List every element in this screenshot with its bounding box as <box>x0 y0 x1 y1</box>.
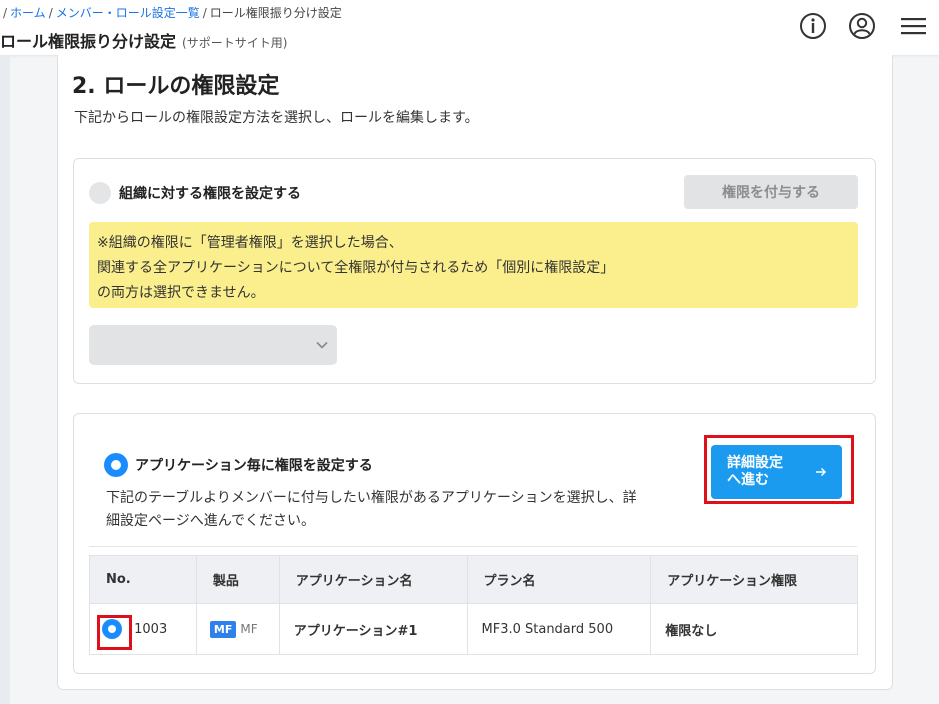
top-bar: / ホーム / メンバー・ロール設定一覧 / ロール権限振り分け設定 ロール権限振り分け設… <box>0 0 939 55</box>
breadcrumb-sep: / <box>48 6 53 20</box>
left-rail <box>0 56 10 704</box>
column-header-product: 製品 <box>195 555 280 604</box>
note-line: 関連する全アプリケーションについて全権限が付与されるため「個別に権限設定」 <box>97 260 615 276</box>
app-option-radio[interactable] <box>104 453 128 477</box>
cell-product: MF MF <box>195 603 280 655</box>
table-header-row: No. 製品 アプリケーション名 プラン名 アプリケーション権限 <box>89 555 858 604</box>
cell-permission: 権限なし <box>650 603 858 655</box>
org-permission-select[interactable] <box>89 325 337 365</box>
description-line: 細設定ページへ進んでください。 <box>106 513 316 529</box>
chevron-down-icon <box>316 341 328 349</box>
cell-app-name: アプリケーション#1 <box>278 603 468 655</box>
divider <box>89 546 857 547</box>
section-description: 下記からロールの権限設定方法を選択し、ロールを編集します。 <box>74 110 479 126</box>
app-option-label[interactable]: アプリケーション毎に権限を設定する <box>135 455 373 475</box>
org-option-radio[interactable] <box>89 182 111 204</box>
row-number: 1003 <box>134 621 168 637</box>
cell-plan: MF3.0 Standard 500 <box>466 603 652 655</box>
breadcrumb-sep: / <box>202 6 207 20</box>
section-title: 2. ロールの権限設定 <box>72 74 280 99</box>
org-warning-note: ※組織の権限に「管理者権限」を選択した場合、 関連する全アプリケーションについて… <box>89 222 858 308</box>
page-subtitle: (サポートサイト用) <box>182 36 288 50</box>
app-option-description: 下記のテーブルよりメンバーに付与したい権限があるアプリケーションを選択し、詳 細… <box>106 487 706 533</box>
product-logo-badge: MF <box>209 620 237 638</box>
breadcrumb-current: ロール権限振り分け設定 <box>209 6 342 20</box>
breadcrumb: / ホーム / メンバー・ロール設定一覧 / ロール権限振り分け設定 <box>0 4 342 21</box>
breadcrumb-sep: / <box>3 6 8 20</box>
description-line: 下記のテーブルよりメンバーに付与したい権限があるアプリケーションを選択し、詳 <box>106 490 637 506</box>
grant-permission-button[interactable]: 権限を付与する <box>684 175 858 209</box>
menu-icon[interactable] <box>898 11 928 41</box>
table-row[interactable]: 1003 MF MF アプリケーション#1 MF3.0 Standard 500 … <box>89 603 858 655</box>
page-title-text: ロール権限振り分け設定 <box>0 32 177 51</box>
highlight-box-detail-button <box>704 435 854 504</box>
plan-name: MF3.0 Standard 500 <box>481 621 614 637</box>
note-line: ※組織の権限に「管理者権限」を選択した場合、 <box>97 235 403 251</box>
org-option-label[interactable]: 組織に対する権限を設定する <box>119 183 301 203</box>
breadcrumb-members-link[interactable]: メンバー・ロール設定一覧 <box>56 6 200 20</box>
applications-table: No. 製品 アプリケーション名 プラン名 アプリケーション権限 1003 MF… <box>89 555 858 655</box>
column-header-plan: プラン名 <box>466 555 652 604</box>
column-header-no: No. <box>89 555 197 604</box>
column-header-app-name: アプリケーション名 <box>278 555 468 604</box>
app-permission: 権限なし <box>665 623 718 639</box>
app-name: アプリケーション#1 <box>293 623 418 639</box>
info-icon[interactable] <box>798 11 828 41</box>
user-icon[interactable] <box>847 11 877 41</box>
note-line: の両方は選択できません。 <box>97 285 265 301</box>
product-name: MF <box>240 622 258 636</box>
column-header-permission: アプリケーション権限 <box>650 555 858 604</box>
breadcrumb-home-link[interactable]: ホーム <box>10 6 46 20</box>
page-title: ロール権限振り分け設定 (サポートサイト用) <box>0 28 287 52</box>
highlight-box-row-radio <box>97 615 132 650</box>
